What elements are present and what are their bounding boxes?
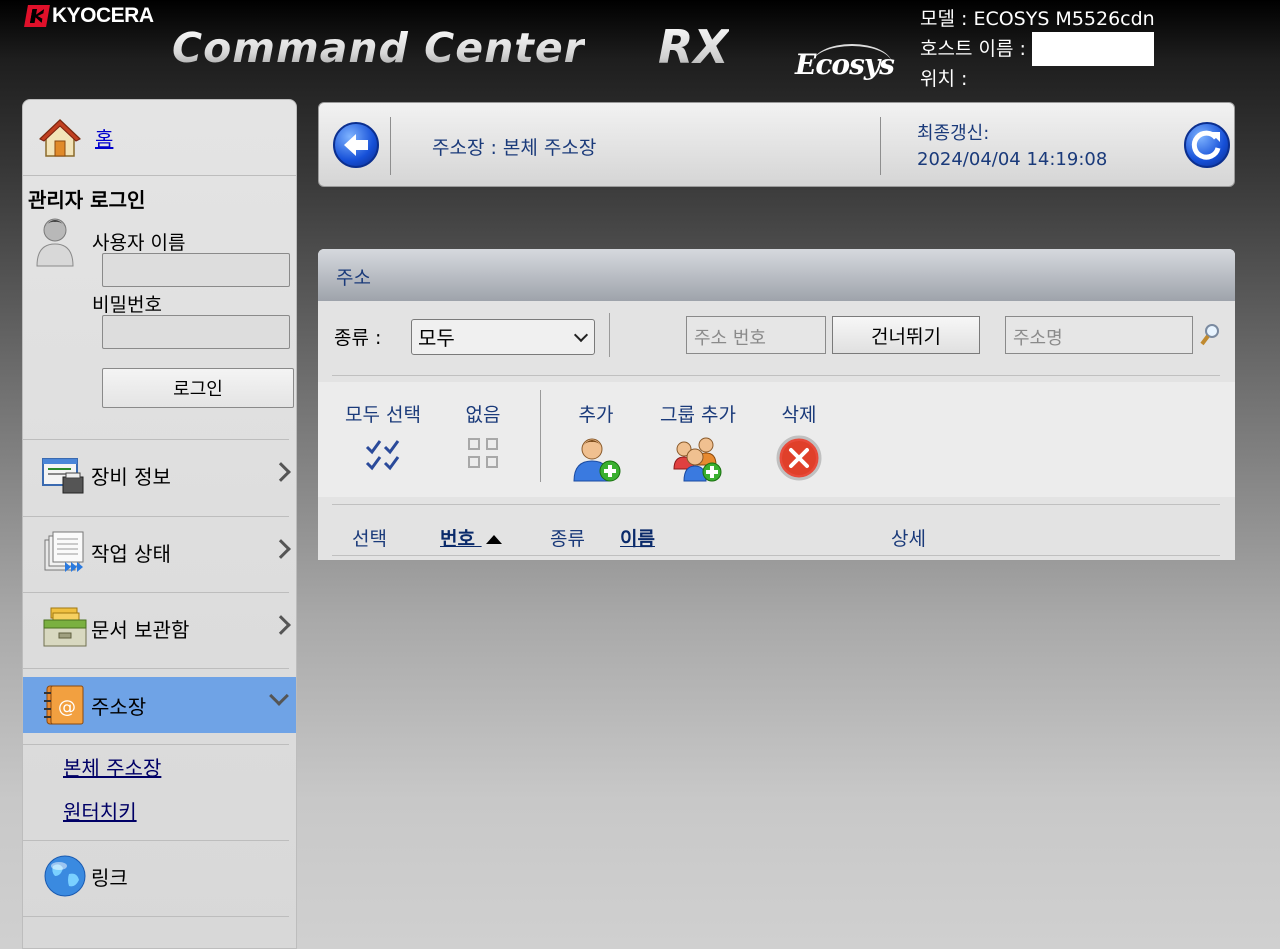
user-avatar-icon (36, 218, 74, 267)
home-icon[interactable] (39, 117, 81, 159)
document-box-icon (43, 607, 87, 647)
divider (23, 439, 289, 440)
delete-icon (776, 435, 822, 481)
admin-login-title: 관리자 로그인 (28, 188, 146, 212)
address-panel: 주소 종류 : 모두 주소 번호 건너뛰기 주소명 모두 선택 없음 추가 그룹… (318, 249, 1235, 560)
globe-icon (44, 855, 86, 897)
host-name-value (1031, 32, 1154, 66)
host-info: 호스트 이름 : (920, 32, 1155, 66)
sidebar-item-label: 문서 보관함 (91, 617, 190, 642)
column-type: 종류 (550, 528, 585, 550)
select-all-button[interactable]: 모두 선택 (338, 400, 428, 476)
last-updated: 최종갱신: 2024/04/04 14:19:08 (917, 121, 1107, 173)
sidebar-item-document-box[interactable]: 문서 보관함 (23, 600, 296, 656)
device-info: 모델 : ECOSYS M5526cdn 호스트 이름 : 위치 : (920, 4, 1155, 94)
last-updated-label: 최종갱신: (917, 123, 990, 144)
chevron-right-icon (271, 462, 291, 482)
skip-button[interactable]: 건너뛰기 (832, 316, 980, 354)
chevron-right-icon (271, 615, 291, 635)
divider (332, 555, 1220, 556)
divider (609, 313, 610, 357)
divider (880, 117, 881, 175)
type-label: 종류 : (334, 327, 382, 349)
sidebar-item-label: 장비 정보 (91, 464, 171, 489)
sidebar-item-address-book[interactable]: @ 주소장 (23, 677, 296, 733)
column-detail: 상세 (891, 528, 926, 550)
sidebar-item-label: 주소장 (91, 694, 147, 719)
column-select: 선택 (352, 528, 387, 550)
add-user-icon (573, 438, 621, 482)
filter-row: 종류 : 모두 주소 번호 건너뛰기 주소명 (318, 301, 1235, 381)
refresh-icon (1191, 130, 1221, 160)
svg-text:@: @ (58, 697, 76, 718)
refresh-button[interactable] (1184, 122, 1230, 168)
back-arrow-icon (344, 134, 368, 156)
back-button[interactable] (333, 122, 379, 168)
delete-button[interactable]: 삭제 (776, 400, 822, 486)
address-name-input[interactable]: 주소명 (1005, 316, 1193, 354)
divider (390, 117, 391, 175)
divider (23, 516, 289, 517)
type-select[interactable]: 모두 (411, 319, 595, 355)
sidebar-item-label: 작업 상태 (91, 541, 171, 566)
action-bar: 모두 선택 없음 추가 그룹 추가 삭제 (318, 382, 1235, 497)
check-all-icon (365, 440, 400, 471)
sidebar-item-device-info[interactable]: 장비 정보 (23, 447, 296, 503)
column-number[interactable]: 번호 (440, 524, 502, 551)
sidebar-item-links[interactable]: 링크 (23, 848, 296, 904)
add-group-button[interactable]: 그룹 추가 (652, 400, 744, 488)
type-select-value: 모두 (418, 326, 455, 350)
ecosys-logo: Ecosys (795, 48, 895, 81)
username-label: 사용자 이름 (92, 232, 186, 254)
last-updated-value: 2024/04/04 14:19:08 (917, 149, 1108, 170)
password-label: 비밀번호 (92, 294, 162, 316)
product-title-rx: RX (658, 20, 729, 74)
divider (23, 744, 289, 745)
chevron-down-icon (269, 686, 289, 706)
address-book-icon: @ (44, 685, 84, 725)
divider (23, 840, 289, 841)
breadcrumb: 주소장 : 본체 주소장 (432, 137, 597, 159)
breadcrumb-panel: 주소장 : 본체 주소장 최종갱신: 2024/04/04 14:19:08 (318, 102, 1235, 187)
add-button[interactable]: 추가 (570, 400, 622, 488)
kyocera-logo: KYOCERA (24, 4, 154, 28)
model-info: 모델 : ECOSYS M5526cdn (920, 8, 1155, 30)
sidebar-item-label: 링크 (91, 865, 128, 890)
subnav-main-address-book[interactable]: 본체 주소장 (63, 752, 161, 781)
sidebar-item-job-status[interactable]: 작업 상태 (23, 524, 296, 580)
chevron-right-icon (271, 539, 291, 559)
home-link[interactable]: 홈 (95, 123, 113, 152)
location-info: 위치 : (920, 68, 968, 90)
address-number-input[interactable]: 주소 번호 (686, 316, 826, 354)
divider (540, 390, 541, 482)
column-name[interactable]: 이름 (620, 524, 655, 551)
chevron-down-icon (573, 327, 589, 343)
divider (332, 375, 1220, 376)
add-group-icon (673, 437, 722, 482)
login-button[interactable]: 로그인 (102, 368, 294, 408)
subnav-one-touch-key[interactable]: 원터치키 (63, 796, 137, 825)
divider (332, 504, 1220, 505)
address-table-header: 선택 번호 종류 이름 상세 (318, 512, 1235, 554)
divider (23, 592, 289, 593)
device-info-icon (42, 458, 84, 494)
sort-ascending-icon (485, 535, 502, 544)
product-title: Command Center (172, 24, 585, 72)
username-input[interactable] (102, 253, 290, 287)
select-none-button[interactable]: 없음 (458, 400, 508, 476)
brand-text: KYOCERA (52, 4, 154, 27)
password-input[interactable] (102, 315, 290, 349)
home-row: 홈 (23, 100, 296, 176)
check-none-icon (468, 438, 498, 468)
search-icon[interactable] (1200, 323, 1220, 347)
divider (23, 916, 289, 917)
job-status-icon (44, 531, 84, 572)
panel-title: 주소 (318, 249, 1235, 301)
kyocera-mark-icon (24, 5, 50, 27)
sidebar: 홈 관리자 로그인 사용자 이름 비밀번호 로그인 장비 정보 작업 상태 문서… (22, 99, 297, 949)
divider (23, 668, 289, 669)
